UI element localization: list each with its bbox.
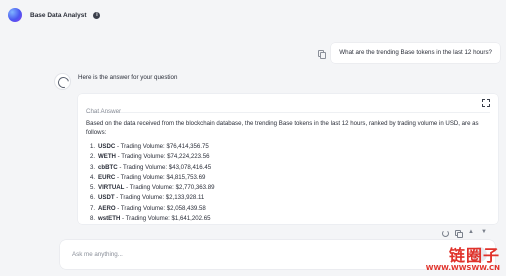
thumbs-up-icon[interactable] xyxy=(468,229,475,237)
refresh-icon[interactable] xyxy=(442,230,449,237)
item-number: 1. xyxy=(90,143,96,150)
volume-label: - Trading Volume: xyxy=(120,215,172,223)
app-logo-icon xyxy=(8,8,22,22)
copy-icon[interactable] xyxy=(318,49,327,59)
item-number: 7. xyxy=(90,204,96,212)
token-volume: $74,224,223.56 xyxy=(167,153,210,161)
token-list-item: 1. USDC - Trading Volume: $76,414,356.75 xyxy=(90,142,490,152)
thumbs-down-icon[interactable] xyxy=(481,229,488,237)
token-symbol: USDC xyxy=(98,143,116,150)
item-number: 5. xyxy=(90,184,96,192)
chat-answer-card: Chat Answer Based on the data received f… xyxy=(78,94,498,224)
bot-intro-text: Here is the answer for your question xyxy=(78,74,178,81)
item-number: 3. xyxy=(90,163,96,171)
token-symbol: VIRTUAL xyxy=(98,184,125,192)
token-list-item: 6. USDT - Trading Volume: $2,133,928.11 xyxy=(90,193,490,203)
token-volume: $43,078,416.45 xyxy=(168,163,212,171)
app-title: Base Data Analyst xyxy=(30,11,87,19)
card-title: Chat Answer xyxy=(86,108,122,115)
watermark-url: WWW.WWSWW.CN xyxy=(425,264,500,272)
token-symbol: EURC xyxy=(98,173,116,181)
watermark: 链圈子 WWW.WWSWW.CN xyxy=(426,248,500,272)
token-volume: $2,058,439.58 xyxy=(166,204,206,212)
chat-input[interactable] xyxy=(72,251,452,258)
copy-answer-icon[interactable] xyxy=(455,230,463,238)
token-volume: $1,641,202.65 xyxy=(171,215,211,223)
volume-label: - Trading Volume: xyxy=(124,184,176,192)
volume-label: - Trading Volume: xyxy=(114,194,166,202)
expand-icon[interactable] xyxy=(482,99,490,107)
token-list-item: 8. wstETH - Trading Volume: $1,641,202.65 xyxy=(90,214,490,224)
watermark-title: 链圈子 xyxy=(448,246,500,265)
token-list-item: 2. WETH - Trading Volume: $74,224,223.56 xyxy=(90,152,490,162)
message-actions xyxy=(442,229,494,238)
info-icon[interactable]: i xyxy=(93,11,101,19)
card-header: Chat Answer xyxy=(78,94,498,115)
item-number: 6. xyxy=(90,194,96,202)
token-list-item: 5. VIRTUAL - Trading Volume: $2,770,363.8… xyxy=(90,183,490,193)
answer-summary: Based on the data received from the bloc… xyxy=(86,120,479,136)
token-list-item: 4. EURC - Trading Volume: $4,815,753.69 xyxy=(90,173,490,183)
token-volume: $2,770,363.89 xyxy=(175,184,215,192)
item-number: 4. xyxy=(90,173,96,181)
volume-label: - Trading Volume: xyxy=(115,173,167,181)
token-volume: $4,815,753.69 xyxy=(166,173,206,181)
token-symbol: USDT xyxy=(98,194,115,202)
bot-avatar-icon xyxy=(54,73,71,90)
volume-label: - Trading Volume: xyxy=(115,204,167,212)
token-list-item: 7. AERO - Trading Volume: $2,058,439.58 xyxy=(90,204,490,214)
item-number: 8. xyxy=(90,215,96,223)
user-message-row: What are the trending Base tokens in the… xyxy=(318,43,500,63)
item-number: 2. xyxy=(90,153,96,161)
user-message-bubble: What are the trending Base tokens in the… xyxy=(331,43,500,63)
token-volume: $2,133,928.11 xyxy=(165,194,205,202)
token-symbol: WETH xyxy=(98,153,116,161)
token-list-item: 3. cbBTC - Trading Volume: $43,078,416.45 xyxy=(90,163,490,173)
card-body: Based on the data received from the bloc… xyxy=(78,113,498,224)
token-symbol: AERO xyxy=(98,204,116,212)
token-volume: $76,414,356.75 xyxy=(166,143,209,150)
volume-label: - Trading Volume: xyxy=(115,143,167,150)
token-symbol: cbBTC xyxy=(98,163,118,171)
token-symbol: wstETH xyxy=(98,215,121,223)
app-header: Base Data Analyst i xyxy=(0,0,506,30)
volume-label: - Trading Volume: xyxy=(115,153,168,161)
token-list: 1. USDC - Trading Volume: $76,414,356.75 2… xyxy=(86,142,490,224)
volume-label: - Trading Volume: xyxy=(117,163,169,171)
